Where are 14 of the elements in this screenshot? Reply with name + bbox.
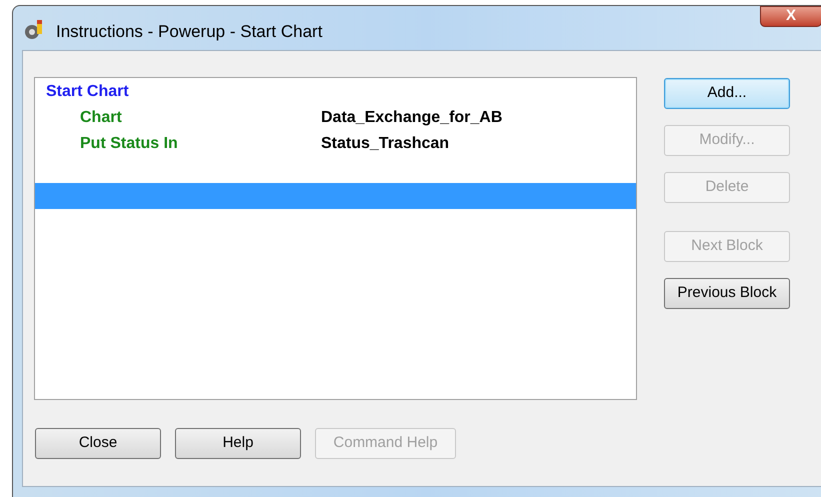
property-value: Status_Trashcan <box>321 134 450 154</box>
dialog-button[interactable]: Add... <box>664 78 790 109</box>
property-value: Data_Exchange_for_AB <box>321 108 502 128</box>
list-row[interactable]: Start Chart <box>35 79 636 105</box>
dialog-button[interactable]: Help <box>175 428 301 459</box>
property-label: Chart <box>80 108 123 128</box>
list-row[interactable]: Chart Data_Exchange_for_AB <box>35 105 636 131</box>
block-title: Start Chart <box>46 82 129 102</box>
dialog-button[interactable]: Previous Block <box>664 278 790 309</box>
window-title: Instructions - Powerup - Start Chart <box>56 21 322 43</box>
dialog-button[interactable]: Close <box>35 428 161 459</box>
property-label: Put Status In <box>80 134 179 154</box>
selected-row[interactable] <box>35 183 636 209</box>
list-row[interactable]: Put Status In Status_Trashcan <box>35 131 636 157</box>
